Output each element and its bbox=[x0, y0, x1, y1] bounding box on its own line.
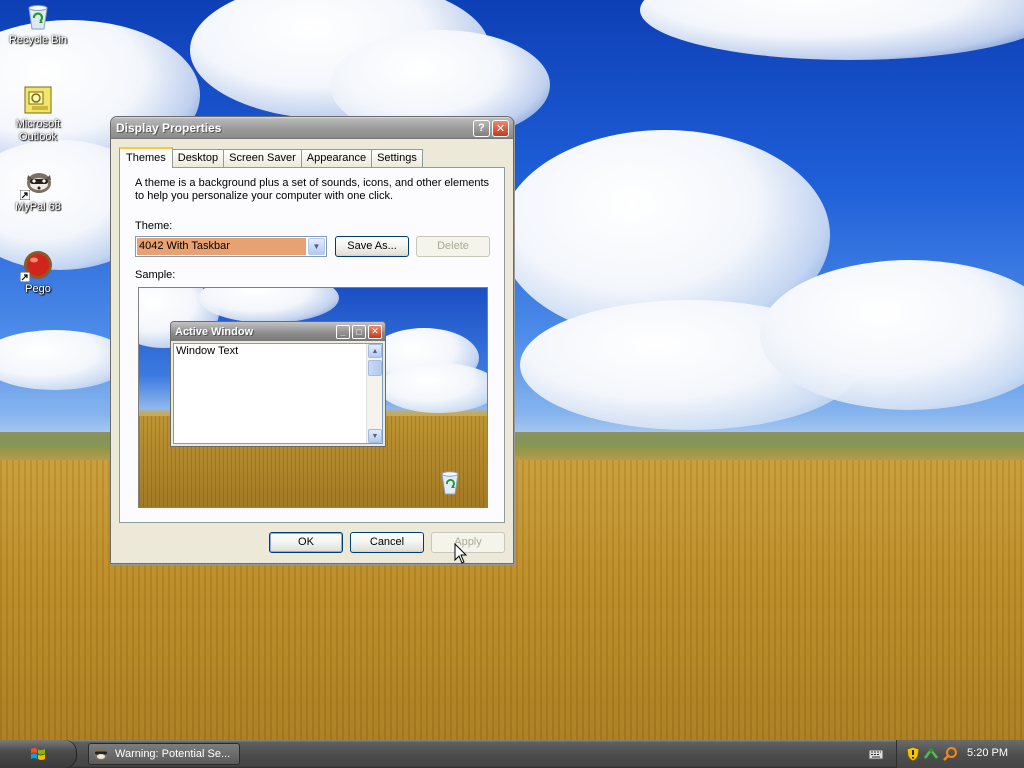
taskbar-window-label: Warning: Potential Se... bbox=[115, 748, 231, 760]
theme-select-value: 4042 With Taskbar bbox=[137, 238, 306, 255]
taskbar: Warning: Potential Se... 5:20 PM bbox=[0, 740, 1024, 768]
sample-title-bar: Active Window _ □ ✕ bbox=[171, 322, 385, 341]
desktop-icon-label: MyPal 68 bbox=[15, 201, 61, 213]
mypal-raccoon-icon bbox=[20, 167, 54, 200]
clock[interactable]: 5:20 PM bbox=[967, 747, 1008, 759]
theme-description: A theme is a background plus a set of so… bbox=[135, 177, 490, 202]
mypal-raccoon-icon bbox=[94, 748, 108, 760]
desktop-icon-pego[interactable]: Pego bbox=[0, 249, 76, 295]
scroll-thumb bbox=[368, 360, 382, 376]
scroll-down-icon: ▼ bbox=[368, 429, 382, 443]
outlook-icon bbox=[22, 84, 54, 116]
desktop-icon-label: Recycle Bin bbox=[8, 34, 68, 46]
sample-window-text: Window Text bbox=[176, 345, 239, 357]
delete-button[interactable]: Delete bbox=[416, 236, 490, 257]
theme-select[interactable]: 4042 With Taskbar ▼ bbox=[135, 236, 327, 257]
sample-active-window: Active Window _ □ ✕ Window Text ▲ ▼ bbox=[170, 321, 386, 447]
taskbar-window-button[interactable]: Warning: Potential Se... bbox=[88, 743, 240, 765]
system-tray: 5:20 PM bbox=[896, 740, 1024, 768]
themes-panel: A theme is a background plus a set of so… bbox=[119, 167, 505, 523]
window-title: Display Properties bbox=[116, 121, 222, 135]
keyboard-icon[interactable] bbox=[868, 746, 884, 762]
pego-ball-icon bbox=[20, 249, 54, 282]
ok-button[interactable]: OK bbox=[269, 532, 343, 553]
desktop-icon-label: Microsoft Outlook bbox=[15, 118, 61, 143]
help-button[interactable]: ? bbox=[473, 119, 490, 137]
tab-desktop[interactable]: Desktop bbox=[171, 149, 225, 167]
recycle-bin-icon bbox=[22, 0, 54, 32]
desktop-icon-outlook[interactable]: Microsoft Outlook bbox=[0, 84, 76, 144]
shortcut-arrow-icon bbox=[20, 190, 30, 200]
maximize-icon: □ bbox=[352, 324, 366, 339]
tab-screen-saver[interactable]: Screen Saver bbox=[223, 149, 302, 167]
desktop-icon-recycle-bin[interactable]: Recycle Bin bbox=[0, 0, 76, 46]
tab-appearance[interactable]: Appearance bbox=[300, 149, 373, 167]
search-icon[interactable] bbox=[942, 746, 958, 762]
cancel-button[interactable]: Cancel bbox=[350, 532, 424, 553]
shortcut-arrow-icon bbox=[20, 272, 30, 282]
chevron-down-icon[interactable]: ▼ bbox=[308, 238, 325, 255]
sample-window-body: Window Text ▲ ▼ bbox=[173, 343, 383, 444]
save-as-button[interactable]: Save As... bbox=[335, 236, 409, 257]
start-button[interactable] bbox=[0, 740, 77, 768]
apply-button[interactable]: Apply bbox=[431, 532, 505, 553]
minimize-icon: _ bbox=[336, 324, 350, 339]
tab-themes[interactable]: Themes bbox=[119, 147, 173, 168]
theme-sample-preview: Active Window _ □ ✕ Window Text ▲ ▼ bbox=[138, 287, 488, 508]
mouse-cursor-icon bbox=[454, 543, 468, 564]
security-shield-icon[interactable] bbox=[905, 746, 921, 762]
network-icon[interactable] bbox=[923, 746, 939, 762]
sample-recycle-bin-icon bbox=[437, 468, 463, 496]
sample-label: Sample: bbox=[135, 269, 176, 281]
theme-label: Theme: bbox=[135, 220, 173, 232]
display-properties-window: Display Properties ? ✕ Themes Desktop Sc… bbox=[110, 116, 514, 564]
windows-logo-icon bbox=[31, 748, 45, 760]
close-icon: ✕ bbox=[368, 324, 382, 339]
scroll-up-icon: ▲ bbox=[368, 344, 382, 358]
tab-strip: Themes Desktop Screen Saver Appearance S… bbox=[119, 147, 423, 168]
close-button[interactable]: ✕ bbox=[492, 119, 509, 137]
desktop-icon-label: Pego bbox=[25, 283, 51, 295]
title-bar[interactable]: Display Properties ? ✕ bbox=[111, 117, 513, 139]
tab-settings[interactable]: Settings bbox=[371, 149, 423, 167]
sample-scrollbar: ▲ ▼ bbox=[366, 344, 382, 443]
sample-window-title: Active Window bbox=[175, 325, 254, 338]
desktop-icon-mypal[interactable]: MyPal 68 bbox=[0, 167, 76, 213]
